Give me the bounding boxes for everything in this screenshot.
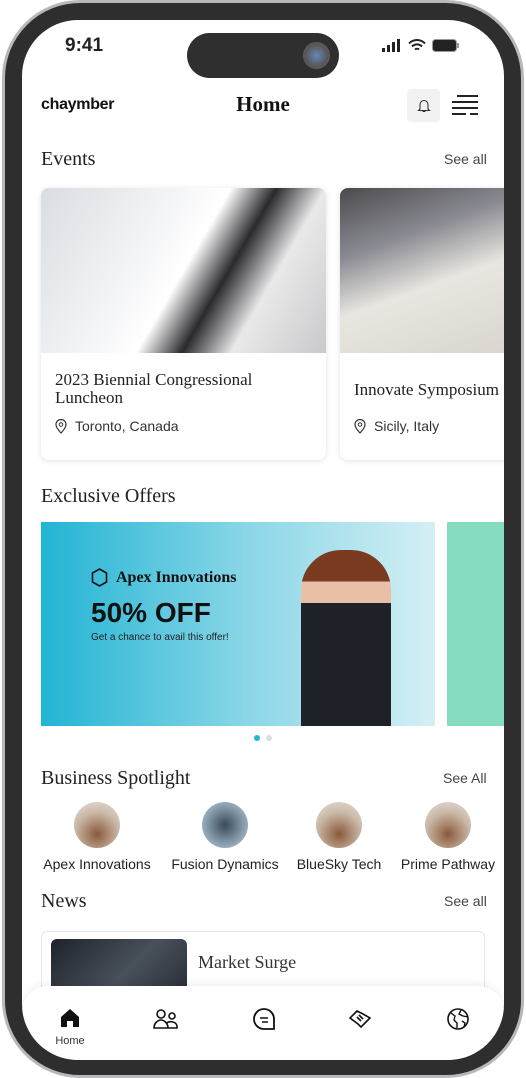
tab-people[interactable] [146,1008,186,1035]
tab-partners[interactable] [340,1008,380,1035]
business-name: Fusion Dynamics [171,856,279,872]
business-avatar [74,802,120,848]
offers-heading: Exclusive Offers [41,485,176,507]
tab-home-label: Home [55,1035,85,1047]
tab-home[interactable]: Home [50,1008,90,1047]
events-heading: Events [41,148,96,170]
business-avatar [202,802,248,848]
spotlight-see-all[interactable]: See All [443,770,487,786]
hexagon-icon [91,568,108,587]
business-avatar [425,802,471,848]
offer-headline: 50% OFF [91,597,211,628]
chat-icon [253,1008,275,1030]
events-see-all[interactable]: See all [444,151,487,167]
offer-subtitle: Get a chance to avail this offer! [91,632,229,643]
event-location-text: Toronto, Canada [75,418,179,434]
location-pin-icon [354,418,366,434]
bell-icon [416,99,431,113]
status-time: 9:41 [65,35,104,56]
spotlight-item[interactable]: BlueSky Tech [279,802,399,874]
menu-icon[interactable] [452,95,478,115]
event-name: 2023 Biennial Congressional Luncheon [55,370,253,407]
offer-brand-name: Apex Innovations [116,568,237,586]
tab-explore[interactable] [438,1008,478,1035]
business-avatar [316,802,362,848]
offer-banner[interactable]: Apex Innovations 50% OFF Get a chance to… [41,522,435,726]
spotlight-item[interactable]: Prime Pathway [388,802,504,874]
business-name: Prime Pathway [400,856,496,872]
event-image [340,188,504,353]
event-location-text: Sicily, Italy [374,418,440,434]
offer-brand: Apex Innovations [91,568,236,587]
carousel-dot-active[interactable] [254,735,260,741]
tab-messages[interactable] [244,1008,284,1035]
globe-icon [447,1008,469,1030]
spotlight-item[interactable]: Fusion Dynamics [165,802,285,874]
offer-person-image [301,550,391,726]
offer-banner-next[interactable] [447,522,504,726]
event-name: Innovate Symposium [354,380,499,399]
spotlight-heading: Business Spotlight [41,767,191,789]
camera-icon [303,42,330,69]
business-name: BlueSky Tech [296,856,382,872]
status-icons [382,39,460,52]
screen: 9:41 chaymber Home Events See all 2023 B… [22,20,504,1060]
location-pin-icon [55,418,67,434]
business-name: Apex Innovations [43,856,151,872]
people-icon [153,1009,178,1029]
spotlight-item[interactable]: Apex Innovations [37,802,157,874]
wifi-icon [408,39,426,51]
notifications-button[interactable] [407,89,440,122]
event-location: Toronto, Canada [55,418,179,434]
carousel-dot[interactable] [266,735,272,741]
event-card[interactable]: Innovate Symposium Sicily, Italy [340,188,504,460]
battery-icon [432,39,459,52]
news-heading: News [41,890,87,912]
home-icon [61,1009,79,1027]
handshake-icon [348,1010,372,1029]
signal-icon [382,39,400,52]
news-title: Market Surge [198,952,297,972]
news-see-all[interactable]: See all [444,893,487,909]
dynamic-island [187,33,339,78]
bottom-tab-bar: Home [22,986,504,1060]
event-image [41,188,326,353]
event-location: Sicily, Italy [354,418,439,434]
event-card[interactable]: 2023 Biennial Congressional Luncheon Tor… [41,188,326,460]
